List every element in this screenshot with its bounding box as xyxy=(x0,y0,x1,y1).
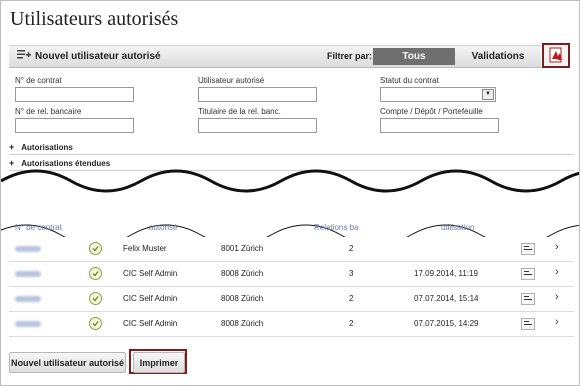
last-use: 17.09.2014, 11:19 xyxy=(414,269,478,278)
page-title: Utilisateurs autorisés xyxy=(10,8,179,30)
minimize-icon[interactable] xyxy=(521,293,535,305)
relations-count: 3 xyxy=(349,269,354,278)
relations-count: 2 xyxy=(349,319,354,328)
new-user-button-bottom[interactable]: Nouvel utilisateur autorisé xyxy=(9,352,126,373)
authorized-user-label: Utilisateur autorisé xyxy=(198,76,265,85)
tab-validations[interactable]: Validations xyxy=(457,48,539,65)
chevron-down-icon[interactable]: ▼ xyxy=(482,89,494,100)
divider xyxy=(9,154,574,155)
bank-relation-no-label: N° de rel. bancaire xyxy=(15,107,82,116)
filter-label: Filtrer par: xyxy=(327,51,373,61)
check-circle-icon xyxy=(89,242,102,255)
contract-no-label: N° de contrat xyxy=(15,76,62,85)
user-city: 8001 Zürich xyxy=(221,244,264,253)
user-name: CIC Self Admin xyxy=(123,269,178,278)
check-circle-icon xyxy=(89,267,102,280)
user-city: 8008 Zürich xyxy=(221,319,264,328)
contract-no-redacted xyxy=(15,246,41,252)
contract-no-field[interactable] xyxy=(15,87,134,102)
contract-no-redacted xyxy=(15,271,41,277)
contract-status-select[interactable]: ▼ xyxy=(380,87,496,102)
last-use: 07.07.2014, 15:14 xyxy=(414,294,479,303)
authorized-user-field[interactable] xyxy=(198,87,317,102)
add-user-icon xyxy=(17,49,31,63)
header-contract-no[interactable]: N° de contrat xyxy=(15,223,62,232)
chevron-right-icon[interactable]: › xyxy=(555,291,559,303)
relations-count: 2 xyxy=(349,294,354,303)
user-name: CIC Self Admin xyxy=(123,294,178,303)
relations-count: 2 xyxy=(349,244,354,253)
minimize-icon[interactable] xyxy=(521,318,535,330)
account-label: Compte / Dépôt / Portefeuille xyxy=(380,107,483,116)
contract-no-redacted xyxy=(15,321,41,327)
cut-wave-top xyxy=(1,169,579,201)
bank-relation-no-field[interactable] xyxy=(15,118,134,133)
table-row[interactable]: Felix Muster 8001 Zürich 2 › xyxy=(9,237,574,262)
user-city: 8008 Zürich xyxy=(221,294,264,303)
minimize-icon[interactable] xyxy=(521,243,535,255)
tab-tous[interactable]: Tous xyxy=(373,48,455,65)
new-user-button[interactable]: Nouvel utilisateur autorisé xyxy=(17,49,161,63)
pdf-export-button[interactable] xyxy=(542,43,570,68)
bank-relation-holder-field[interactable] xyxy=(198,118,317,133)
chevron-right-icon[interactable]: › xyxy=(555,241,559,253)
pdf-icon xyxy=(544,47,568,70)
print-highlight: Imprimer xyxy=(129,349,187,374)
user-name: Felix Muster xyxy=(123,244,167,253)
print-button[interactable]: Imprimer xyxy=(133,352,185,373)
header-authorized[interactable]: autorisé xyxy=(149,223,177,232)
toolbar: Nouvel utilisateur autorisé Filtrer par:… xyxy=(9,45,541,68)
table-row[interactable]: CIC Self Admin 8008 Zürich 2 07.07.2015,… xyxy=(9,312,574,337)
contract-status-label: Statut du contrat xyxy=(380,76,439,85)
plus-icon: + xyxy=(9,142,15,152)
bank-relation-holder-label: Titulaire de la rel. banc. xyxy=(198,107,281,116)
chevron-right-icon[interactable]: › xyxy=(555,266,559,278)
table-row[interactable]: CIC Self Admin 8008 Zürich 2 07.07.2014,… xyxy=(9,287,574,312)
section-authorizations[interactable]: + Autorisations xyxy=(9,142,73,152)
app-window: Utilisateurs autorisés Nouvel utilisateu… xyxy=(0,0,580,386)
user-city: 8008 Zürich xyxy=(221,269,264,278)
section-authorizations-label: Autorisations xyxy=(21,142,73,152)
header-relations[interactable]: Relations ba xyxy=(314,223,358,232)
check-circle-icon xyxy=(89,317,102,330)
cut-wave-bottom xyxy=(1,197,579,237)
header-last-use[interactable]: utilisation xyxy=(441,223,474,232)
user-name: CIC Self Admin xyxy=(123,319,178,328)
account-field[interactable] xyxy=(380,118,499,133)
last-use: 07.07.2015, 14:29 xyxy=(414,319,479,328)
new-user-label: Nouvel utilisateur autorisé xyxy=(35,50,161,62)
minimize-icon[interactable] xyxy=(521,268,535,280)
chevron-right-icon[interactable]: › xyxy=(555,316,559,328)
contract-no-redacted xyxy=(15,296,41,302)
table-row[interactable]: CIC Self Admin 8008 Zürich 3 17.09.2014,… xyxy=(9,262,574,287)
check-circle-icon xyxy=(89,292,102,305)
